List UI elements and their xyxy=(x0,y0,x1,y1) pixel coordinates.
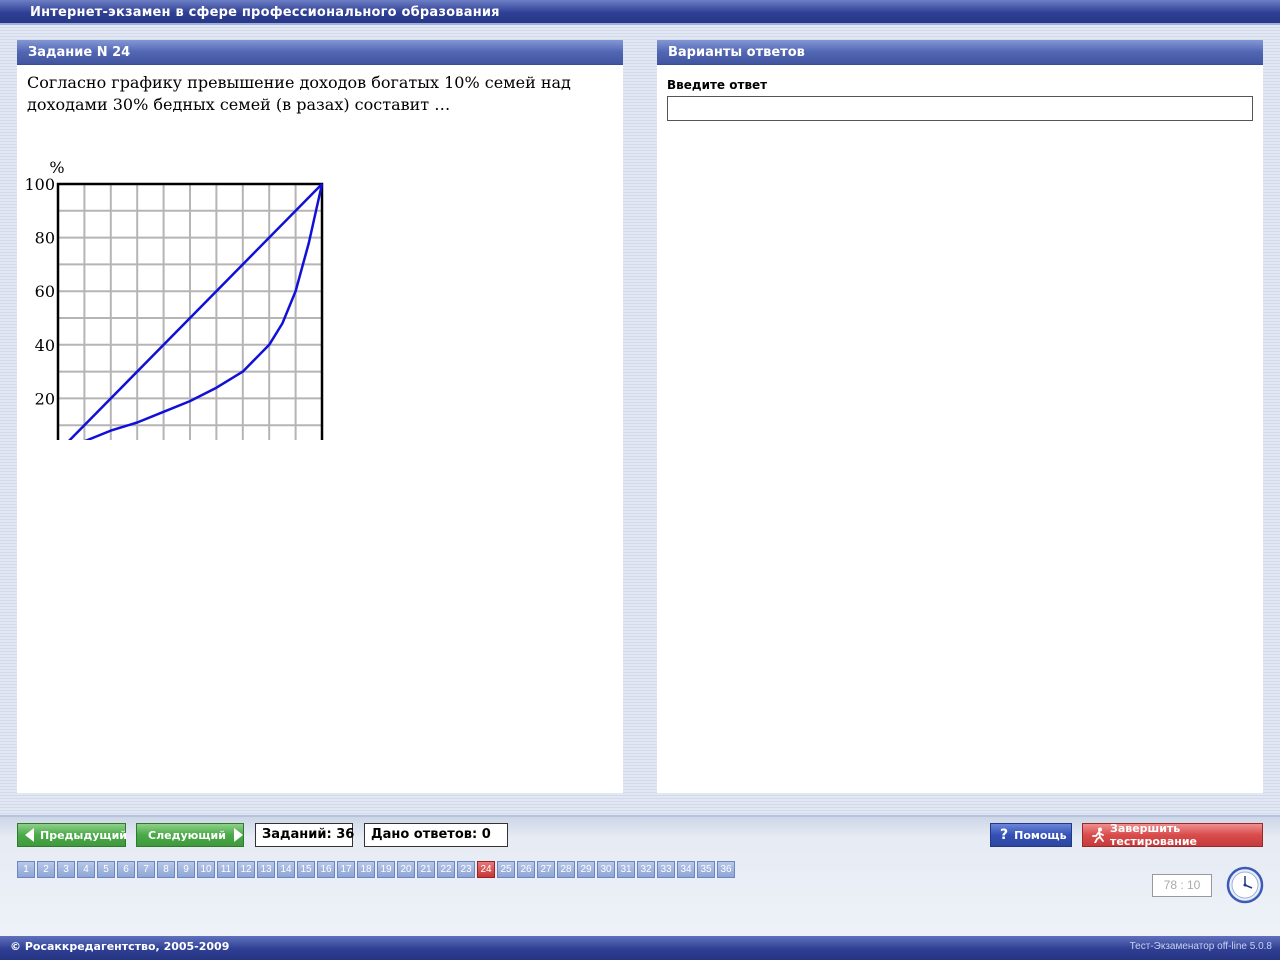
answer-label: Введите ответ xyxy=(667,78,768,92)
question-nav-5[interactable]: 5 xyxy=(97,861,115,878)
answers-header: Варианты ответов xyxy=(657,40,1263,65)
question-nav-21[interactable]: 21 xyxy=(417,861,435,878)
question-nav-15[interactable]: 15 xyxy=(297,861,315,878)
timer: 78 : 10 xyxy=(1152,874,1212,897)
next-button-label: Следующий xyxy=(148,828,226,842)
version: Тест-Экзаменатор off-line 5.0.8 xyxy=(1129,941,1272,952)
arrow-left-icon xyxy=(25,828,34,842)
y-tick-label: 20 xyxy=(35,389,55,408)
task-header: Задание N 24 xyxy=(17,40,623,65)
question-nav-10[interactable]: 10 xyxy=(197,861,215,878)
question-nav-19[interactable]: 19 xyxy=(377,861,395,878)
question-nav-16[interactable]: 16 xyxy=(317,861,335,878)
question-nav-7[interactable]: 7 xyxy=(137,861,155,878)
question-nav-22[interactable]: 22 xyxy=(437,861,455,878)
answered-count: Дано ответов: 0 xyxy=(364,823,508,847)
app-title: Интернет-экзамен в сфере профессионально… xyxy=(30,5,500,20)
question-nav-2[interactable]: 2 xyxy=(37,861,55,878)
question-nav-33[interactable]: 33 xyxy=(657,861,675,878)
question-nav-29[interactable]: 29 xyxy=(577,861,595,878)
question-nav-26[interactable]: 26 xyxy=(517,861,535,878)
question-nav-3[interactable]: 3 xyxy=(57,861,75,878)
finish-button[interactable]: Завершить тестирование xyxy=(1082,822,1263,848)
y-tick-label: 60 xyxy=(35,282,55,301)
question-nav-11[interactable]: 11 xyxy=(217,861,235,878)
copyright: © Росаккредагентство, 2005-2009 xyxy=(10,940,230,953)
question-nav-27[interactable]: 27 xyxy=(537,861,555,878)
question-nav-24[interactable]: 24 xyxy=(477,861,495,878)
help-button-label: Помощь xyxy=(1014,828,1067,842)
question-nav-32[interactable]: 32 xyxy=(637,861,655,878)
prev-button[interactable]: Предыдущий xyxy=(17,823,128,847)
clock-icon xyxy=(1226,866,1264,908)
arrow-right-icon xyxy=(233,828,243,842)
question-icon: ? xyxy=(1000,827,1009,843)
question-nav-35[interactable]: 35 xyxy=(697,861,715,878)
question-nav-28[interactable]: 28 xyxy=(557,861,575,878)
question-text: Согласно графику превышение доходов бога… xyxy=(27,73,571,114)
question-nav-18[interactable]: 18 xyxy=(357,861,375,878)
question-nav-13[interactable]: 13 xyxy=(257,861,275,878)
question-nav-12[interactable]: 12 xyxy=(237,861,255,878)
question-nav-1[interactable]: 1 xyxy=(17,861,35,878)
question-navigator: 1 2 3 4 5 6 7 8 9 10 11 12 13 14 15 16 17 18 19 20 21 22 23 24 2… xyxy=(17,861,737,878)
prev-button-label: Предыдущий xyxy=(40,828,128,842)
help-button[interactable]: ? Помощь xyxy=(990,823,1072,847)
question-nav-4[interactable]: 4 xyxy=(77,861,95,878)
next-button[interactable]: Следующий xyxy=(136,823,244,847)
y-tick-label: 100 xyxy=(24,175,55,194)
y-tick-label: 80 xyxy=(35,229,55,248)
total-tasks: Заданий: 36 xyxy=(255,823,354,847)
question-nav-30[interactable]: 30 xyxy=(597,861,615,878)
finish-button-label: Завершить тестирование xyxy=(1110,822,1198,848)
question-nav-31[interactable]: 31 xyxy=(617,861,635,878)
question-nav-14[interactable]: 14 xyxy=(277,861,295,878)
task-panel: Задание N 24 Согласно графику превышение… xyxy=(17,40,623,793)
y-axis-label: % xyxy=(49,158,64,177)
question-nav-20[interactable]: 20 xyxy=(397,861,415,878)
question-nav-6[interactable]: 6 xyxy=(117,861,135,878)
answer-input[interactable] xyxy=(667,96,1253,121)
question-nav-8[interactable]: 8 xyxy=(157,861,175,878)
footer: © Росаккредагентство, 2005-2009 Тест-Экз… xyxy=(0,936,1280,960)
question-nav-25[interactable]: 25 xyxy=(497,861,515,878)
app-title-bar: Интернет-экзамен в сфере профессионально… xyxy=(0,0,1280,25)
lorenz-chart: 20406080100020406080100%% xyxy=(24,158,324,440)
answers-panel: Варианты ответов Введите ответ xyxy=(657,40,1263,793)
running-man-icon xyxy=(1091,827,1105,843)
question-nav-36[interactable]: 36 xyxy=(717,861,735,878)
y-tick-label: 40 xyxy=(35,336,55,355)
question-nav-17[interactable]: 17 xyxy=(337,861,355,878)
question-nav-9[interactable]: 9 xyxy=(177,861,195,878)
question-nav-34[interactable]: 34 xyxy=(677,861,695,878)
question-nav-23[interactable]: 23 xyxy=(457,861,475,878)
